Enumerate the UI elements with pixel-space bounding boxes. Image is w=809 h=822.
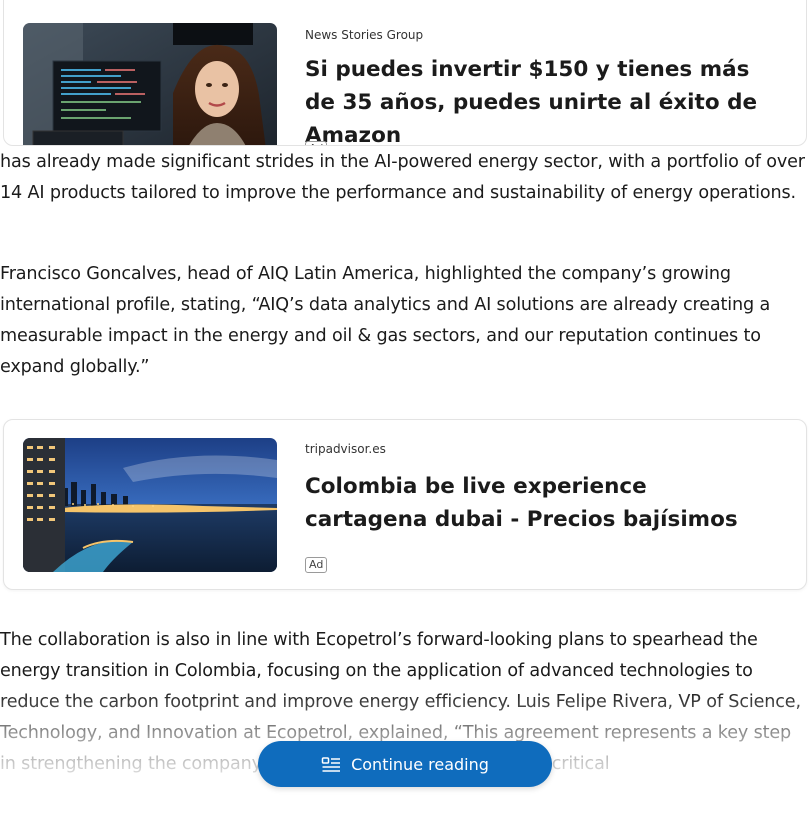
sponsored-card-top[interactable]: News Stories Group Si puedes invertir $1… (3, 0, 807, 146)
ad-thumbnail-trader[interactable] (23, 23, 277, 145)
ad-source-label: News Stories Group (305, 28, 424, 42)
article-paragraph: Francisco Goncalves, head of AIQ Latin A… (0, 264, 771, 377)
trader-photo-image (23, 23, 277, 145)
continue-reading-label: Continue reading (351, 754, 489, 774)
ad-title[interactable]: Colombia be live experience cartagena du… (305, 470, 775, 536)
reader-mode-icon (321, 756, 341, 772)
article-paragraph: has already made significant strides in … (0, 152, 805, 203)
ad-title[interactable]: Si puedes invertir $150 y tienes más de … (305, 53, 775, 145)
sponsored-card-tripadvisor[interactable]: tripadvisor.es Colombia be live experien… (3, 419, 807, 590)
article-page: News Stories Group Si puedes invertir $1… (0, 0, 809, 822)
cartagena-photo-image (23, 438, 277, 572)
continue-reading-button[interactable]: Continue reading (258, 741, 552, 787)
ad-source-label: tripadvisor.es (305, 442, 386, 456)
ad-badge: Ad (305, 557, 328, 573)
ad-thumbnail-cartagena[interactable] (23, 438, 277, 572)
ad-badge: Ad (305, 141, 328, 145)
